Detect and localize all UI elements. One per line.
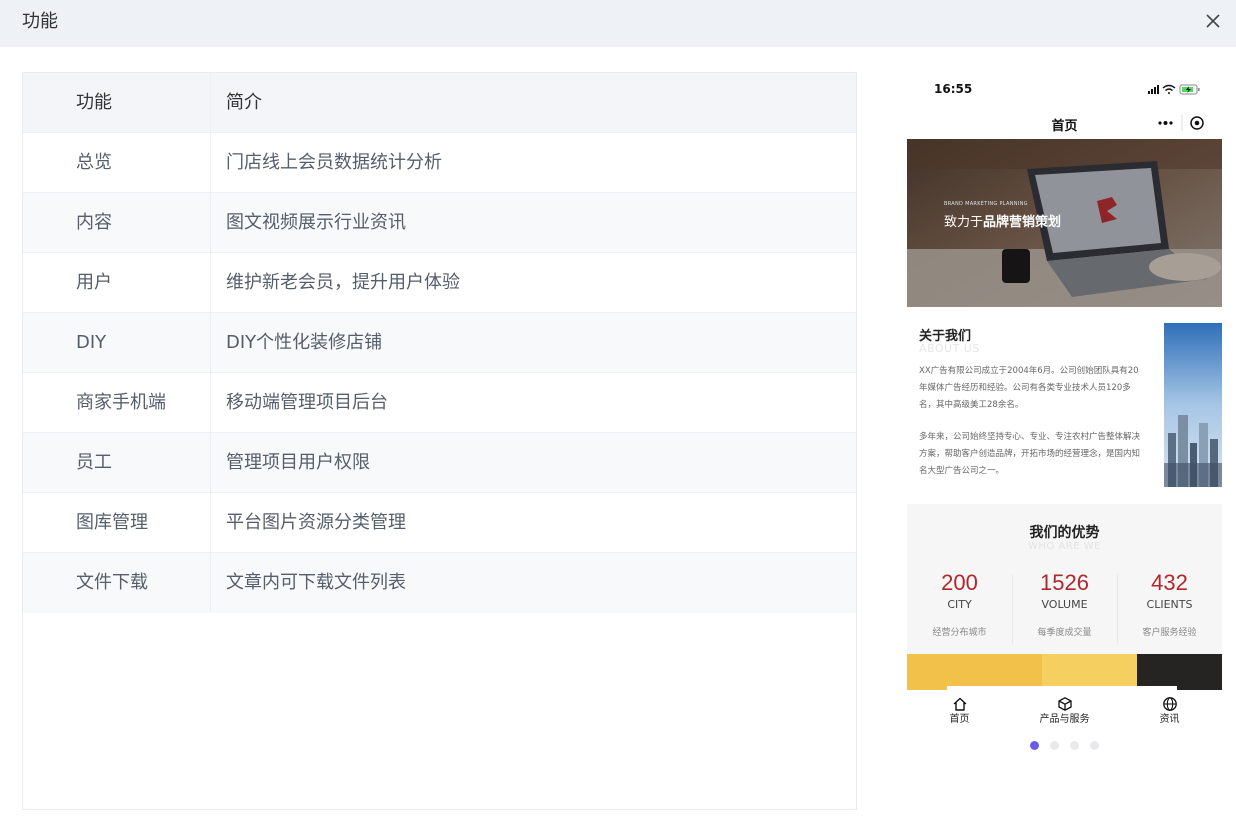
- close-icon[interactable]: [1202, 10, 1224, 32]
- table-row: 用户 维护新老会员，提升用户体验: [23, 253, 856, 313]
- table-row: 文件下载 文章内可下载文件列表: [23, 553, 856, 613]
- status-icons: [1148, 84, 1200, 95]
- next-section-image: [907, 654, 1222, 690]
- table-row: 图库管理 平台图片资源分类管理: [23, 493, 856, 553]
- feature-name: 用户: [23, 253, 211, 312]
- column-header-feature: 功能: [23, 73, 211, 132]
- about-paragraph: XX广告有限公司成立于2004年6月。公司创始团队具有20年媒体广告经历和经验。…: [919, 366, 1139, 410]
- about-title-en: ABOUT US: [919, 342, 980, 355]
- tab-label: 首页: [949, 714, 970, 723]
- status-bar: 16:55: [907, 72, 1222, 106]
- stat-unit: CITY: [947, 598, 972, 611]
- stat-desc: 经营分布城市: [932, 628, 987, 638]
- wifi-icon: [1162, 84, 1176, 94]
- battery-icon: [1179, 84, 1200, 95]
- about-section: 关于我们 ABOUT US XX广告有限公司成立于2004年6月。公司创始团队具…: [907, 323, 1222, 487]
- about-paragraph: 多年来，公司始终坚持专心、专业、专注农村广告整体解决方案，帮助客户创造品牌，开拓…: [919, 432, 1141, 476]
- feature-name: 内容: [23, 193, 211, 252]
- feature-intro: 平台图片资源分类管理: [226, 512, 406, 533]
- table-row: 商家手机端 移动端管理项目后台: [23, 373, 856, 433]
- feature-intro: 门店线上会员数据统计分析: [226, 152, 442, 173]
- stat-unit: CLIENTS: [1146, 598, 1193, 611]
- feature-name: 商家手机端: [23, 373, 211, 432]
- advantages-section: 我们的优势 WHO ARE WE 200 CITY 经营分布城市 1526 VO…: [907, 504, 1222, 654]
- stat-number: 1526: [1040, 570, 1089, 595]
- box-icon: [1057, 697, 1072, 711]
- more-dots-icon[interactable]: [1158, 121, 1173, 125]
- stat-unit: VOLUME: [1041, 598, 1088, 611]
- advantages-title: 我们的优势: [1029, 525, 1100, 541]
- phone-preview: 16:55 首页 BRAND MARKETING PLANNING 致力于品牌营…: [907, 72, 1222, 732]
- carousel-dot[interactable]: [1090, 741, 1099, 750]
- bottom-tab-bar: 首页 产品与服务 资讯: [907, 690, 1222, 732]
- status-time: 16:55: [934, 82, 973, 96]
- city-skyline-image: [1164, 323, 1222, 487]
- table-header-row: 功能 简介: [23, 73, 856, 133]
- capsule-menu[interactable]: [1146, 112, 1212, 134]
- feature-intro: 维护新老会员，提升用户体验: [226, 272, 460, 293]
- banner-subtitle-en: BRAND MARKETING PLANNING: [944, 201, 1028, 207]
- feature-name: 文件下载: [23, 553, 211, 612]
- tab-label: 产品与服务: [1039, 714, 1090, 723]
- column-header-intro: 简介: [226, 92, 262, 113]
- feature-name: 图库管理: [23, 493, 211, 552]
- stat-volume: 1526 VOLUME 每季度成交量: [1012, 570, 1117, 638]
- feature-intro: 管理项目用户权限: [226, 452, 370, 473]
- banner-headline: 致力于品牌营销策划: [944, 215, 1062, 230]
- stat-number: 432: [1151, 570, 1188, 595]
- feature-intro: 文章内可下载文件列表: [226, 572, 406, 593]
- feature-intro: 移动端管理项目后台: [226, 392, 388, 413]
- feature-name: 总览: [23, 133, 211, 192]
- table-row: DIY DIY个性化装修店铺: [23, 313, 856, 373]
- tab-news[interactable]: 资讯: [1117, 696, 1222, 723]
- dialog-title: 功能: [22, 11, 58, 32]
- signal-icon: [1148, 85, 1159, 94]
- mini-program-nav: 首页: [907, 110, 1222, 136]
- feature-intro: DIY个性化装修店铺: [226, 332, 383, 353]
- feature-name: DIY: [23, 313, 211, 372]
- table-row: 内容 图文视频展示行业资讯: [23, 193, 856, 253]
- stat-desc: 客户服务经验: [1142, 628, 1197, 638]
- carousel-dot[interactable]: [1070, 741, 1079, 750]
- carousel-dot-active[interactable]: [1030, 741, 1039, 750]
- advantages-title-en: WHO ARE WE: [1028, 541, 1101, 552]
- stat-desc: 每季度成交量: [1037, 628, 1092, 638]
- carousel-dot[interactable]: [1050, 741, 1059, 750]
- tab-products[interactable]: 产品与服务: [1012, 696, 1117, 723]
- feature-intro: 图文视频展示行业资讯: [226, 212, 406, 233]
- feature-table: 功能 简介 总览 门店线上会员数据统计分析 内容 图文视频展示行业资讯 用户 维…: [22, 72, 857, 810]
- tab-label: 资讯: [1159, 714, 1180, 723]
- carousel-pagination: [1030, 741, 1100, 751]
- stat-clients: 432 CLIENTS 客户服务经验: [1117, 570, 1222, 638]
- dialog-header: 功能: [0, 0, 1236, 47]
- feature-name: 员工: [23, 433, 211, 492]
- hero-banner[interactable]: BRAND MARKETING PLANNING 致力于品牌营销策划: [907, 139, 1222, 307]
- stat-city: 200 CITY 经营分布城市: [907, 570, 1012, 638]
- stat-number: 200: [941, 570, 978, 595]
- tab-home[interactable]: 首页: [907, 696, 1012, 723]
- table-row: 总览 门店线上会员数据统计分析: [23, 133, 856, 193]
- globe-icon: [1162, 697, 1177, 711]
- home-icon: [953, 697, 966, 711]
- close-target-icon[interactable]: [1190, 116, 1204, 130]
- table-row: 员工 管理项目用户权限: [23, 433, 856, 493]
